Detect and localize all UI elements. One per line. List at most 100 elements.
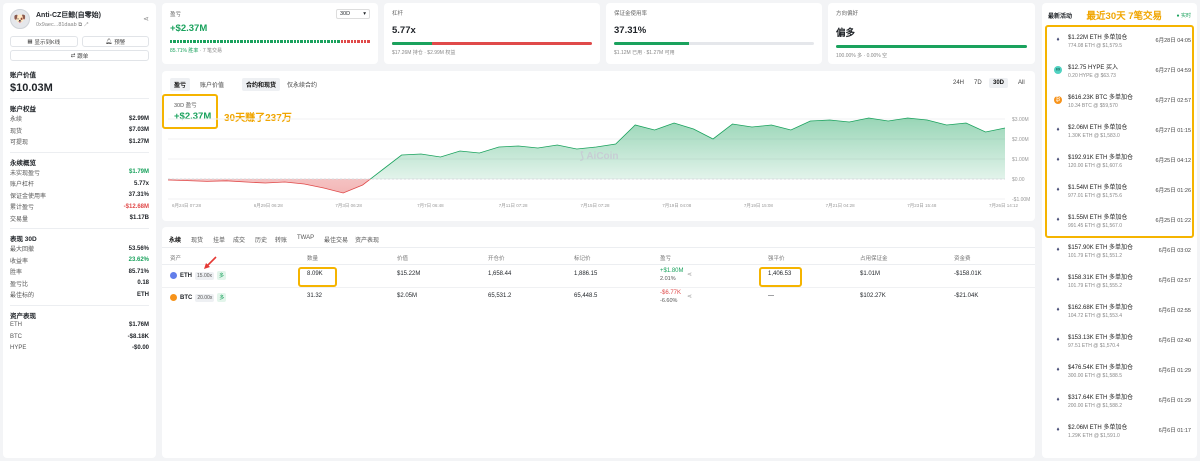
y-tick-label: $1.00M xyxy=(1012,157,1029,163)
pnl-value: +$2.37M xyxy=(170,23,208,34)
wallet-name: Anti-CZ巨鲸(自零始) xyxy=(36,11,101,19)
column-header[interactable]: 价值 xyxy=(397,254,408,262)
external-link-icon[interactable]: ↗ xyxy=(84,22,88,28)
column-header[interactable]: 开仓价 xyxy=(488,254,505,262)
positions-tab[interactable]: 挂单 xyxy=(213,235,225,244)
win-loss-tick xyxy=(333,40,337,43)
win-loss-tick xyxy=(313,40,317,43)
asset-label: BTC xyxy=(10,333,22,340)
perp-value: $1.79M xyxy=(128,169,149,176)
avatar: 🐶 xyxy=(10,9,30,29)
eth-icon: ♦ xyxy=(1056,307,1060,313)
position-asset: ETH 15.00x 多 xyxy=(170,271,227,280)
perp-row: 交易量 $1.17B xyxy=(10,213,149,225)
win-loss-tick xyxy=(303,40,307,43)
share-icon[interactable]: ⋖ xyxy=(143,15,149,23)
position-liq: — xyxy=(768,293,774,299)
divider xyxy=(162,247,1035,248)
win-loss-tick xyxy=(300,40,303,43)
win-loss-tick xyxy=(270,40,273,43)
wallet-address-row: 0x9aec...81daab ⧉ ↗ xyxy=(36,22,137,29)
perp-value: 37.31% xyxy=(128,192,149,199)
activity-item[interactable]: ♦ $162.68K ETH 多单加仓 104.72 ETH @ $1,553.4 6… xyxy=(1048,295,1191,325)
activity-main: $157.90K ETH 多单加仓 101.79 ETH @ $1,551.2 xyxy=(1068,242,1147,259)
alert-button[interactable]: 🔔︎ 预警 xyxy=(81,36,149,47)
divider xyxy=(10,98,149,99)
column-header[interactable]: 资金费 xyxy=(954,254,971,262)
activity-item[interactable]: ♦ $2.06M ETH 多单加仓 1.29K ETH @ $1,591.0 6月6日… xyxy=(1048,415,1191,445)
column-header[interactable]: 资产 xyxy=(170,254,181,262)
account-panel: 🐶 Anti-CZ巨鲸(自零始) 0x9aec...81daab ⧉ ↗ ⋖ ▦… xyxy=(3,3,156,458)
show-on-kline-button[interactable]: ▦ 显示到K线 xyxy=(10,36,78,47)
aicoin-watermark: ⟆ AiCoin xyxy=(580,151,619,162)
eth-icon: ♦ xyxy=(1056,427,1060,433)
win-loss-tick xyxy=(327,40,330,43)
leverage-card: 杠杆 5.77x $17.26M 持仓 · $2.99M 权益 xyxy=(384,3,600,64)
x-tick-label: 7月19日 04:08 xyxy=(662,203,692,209)
column-header[interactable]: 盈亏 xyxy=(660,254,671,262)
activity-title-text: $153.13K ETH 多单加仓 xyxy=(1068,334,1134,341)
win-loss-tick xyxy=(236,40,240,43)
position-value: $15.22M xyxy=(397,271,421,277)
win-loss-tick xyxy=(353,40,357,43)
positions-tab[interactable]: TWAP xyxy=(297,235,314,241)
activity-time: 6月6日 02:40 xyxy=(1158,338,1191,344)
x-tick-label: 6月24日 07:28 xyxy=(172,203,202,209)
liq-highlight-box xyxy=(759,267,802,287)
equity-value: $7.03M xyxy=(128,127,149,134)
perp-label: 未实现盈亏 xyxy=(10,170,41,177)
win-loss-tick xyxy=(223,40,226,43)
activity-item[interactable]: ♦ $317.64K ETH 多单加仓 200.00 ETH @ $1,588.2 6… xyxy=(1048,385,1191,415)
activity-item[interactable]: ♦ $157.90K ETH 多单加仓 101.79 ETH @ $1,551.2 6… xyxy=(1048,235,1191,265)
activity-item[interactable]: ♦ $476.54K ETH 多单加仓 300.00 ETH @ $1,588.5 6… xyxy=(1048,355,1191,385)
positions-tab[interactable]: 历史 xyxy=(255,235,267,244)
position-row[interactable]: BTC 20.00x 多 31.32 $2.05M 65,531.2 65,448.5 -$6… xyxy=(162,288,1035,310)
perp-label: 保证金使用率 xyxy=(10,193,47,200)
perp-row: 保证金使用率 37.31% xyxy=(10,190,149,202)
perp-value: 5.77x xyxy=(133,180,149,187)
column-header[interactable]: 标记价 xyxy=(574,254,591,262)
period-select[interactable]: 30D ▾ xyxy=(336,9,370,19)
position-entry: 1,658.44 xyxy=(488,271,512,277)
perp-list: 未实现盈亏 $1.79M 账户杠杆 5.77x 保证金使用率 37.31% 累计盈亏 -$12… xyxy=(10,167,149,225)
bell-icon: 🔔︎ xyxy=(105,38,113,45)
position-row[interactable]: ETH 15.00x 多 8.09K $15.22M 1,658.44 1,886.15 +$… xyxy=(162,266,1035,288)
direction-sub: 100.00% 多 · 0.00% 空 xyxy=(836,53,888,59)
x-tick-label: 7月7日 06:48 xyxy=(417,203,444,209)
win-loss-tick xyxy=(220,40,223,43)
share-icon[interactable]: ⋖ xyxy=(687,293,692,300)
profile-info: Anti-CZ巨鲸(自零始) 0x9aec...81daab ⧉ ↗ xyxy=(36,10,137,29)
column-header[interactable]: 数量 xyxy=(307,254,318,262)
win-loss-tick xyxy=(340,40,343,43)
win-loss-tick xyxy=(320,40,323,43)
aicoin-watermark-text: AiCoin xyxy=(586,151,619,162)
perp-value: -$12.68M xyxy=(123,203,149,210)
pnl-sub: 85.71% 胜率 · 7 笔交易 xyxy=(170,48,222,54)
direction-card: 方向偏好 偏多 100.00% 多 · 0.00% 空 xyxy=(828,3,1035,64)
column-header[interactable]: 强平价 xyxy=(768,254,785,262)
leverage-sub: $17.26M 持仓 · $2.99M 权益 xyxy=(392,50,456,56)
activity-item[interactable]: ♦ $158.31K ETH 多单加仓 101.79 ETH @ $1,555.2 6… xyxy=(1048,265,1191,295)
win-loss-tick xyxy=(273,40,276,43)
share-icon[interactable]: ⋖ xyxy=(687,271,692,278)
positions-tab[interactable]: 成交 xyxy=(233,235,245,244)
trade-count: 7 笔交易 xyxy=(202,48,222,54)
column-header[interactable]: 占用保证金 xyxy=(860,254,888,262)
live-indicator[interactable]: ● 实时 xyxy=(1177,12,1191,19)
positions-tab[interactable]: 资产表现 xyxy=(355,235,379,244)
follow-button[interactable]: ⇄ 跟单 xyxy=(10,50,149,61)
positions-tab[interactable]: 最佳交易 xyxy=(324,235,348,244)
activity-item[interactable]: ♦ $153.13K ETH 多单加仓 97.51 ETH @ $1,570.4 6月… xyxy=(1048,325,1191,355)
leverage-bar-fill xyxy=(392,42,432,45)
win-loss-tick xyxy=(337,40,340,43)
perf-list: 最大回撤 53.56% 收益率 23.62% 胜率 85.71% 盈亏比 0.18 最佳标的 ET… xyxy=(10,243,149,301)
account-value-label: 账户价值 xyxy=(10,72,36,79)
perp-value: $1.17B xyxy=(129,215,149,222)
activity-title-text: $317.64K ETH 多单加仓 xyxy=(1068,394,1134,401)
activity-time: 6月6日 03:02 xyxy=(1158,248,1191,254)
copy-icon[interactable]: ⧉ xyxy=(78,22,82,28)
positions-tab[interactable]: 转账 xyxy=(275,235,287,244)
equity-row: 可提现 $1.27M xyxy=(10,136,149,148)
activity-main: $2.06M ETH 多单加仓 1.29K ETH @ $1,591.0 xyxy=(1068,422,1147,439)
positions-tab[interactable]: 现货 xyxy=(191,235,203,244)
